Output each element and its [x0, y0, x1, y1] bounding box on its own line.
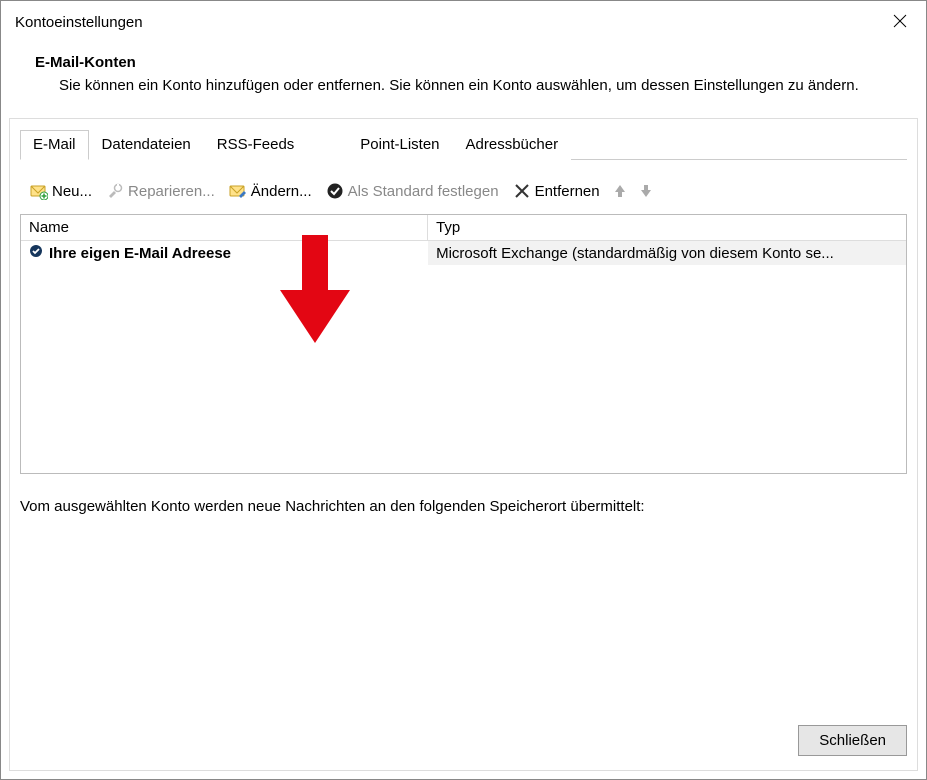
new-button[interactable]: Neu... [26, 180, 96, 202]
column-header-type[interactable]: Typ [428, 215, 906, 240]
toolbar: Neu... Reparieren... [20, 178, 907, 214]
move-down-button [636, 181, 656, 201]
repair-button-label: Reparieren... [128, 183, 215, 200]
arrow-up-icon [612, 183, 628, 199]
change-icon [229, 182, 247, 200]
set-default-button: Als Standard festlegen [322, 180, 503, 202]
repair-button: Reparieren... [102, 180, 219, 202]
close-window-button[interactable] [888, 9, 912, 36]
move-up-button [610, 181, 630, 201]
accounts-table: Name Typ Ihre eigen E-Mail Adreese Micro… [20, 214, 907, 474]
account-row[interactable]: Ihre eigen E-Mail Adreese Microsoft Exch… [21, 241, 906, 265]
remove-button[interactable]: Entfernen [509, 180, 604, 202]
change-button-label: Ändern... [251, 183, 312, 200]
tab-rss[interactable]: RSS-Feeds [204, 130, 308, 160]
tab-addressbooks[interactable]: Adressbücher [453, 130, 572, 160]
account-name: Ihre eigen E-Mail Adreese [49, 245, 231, 262]
new-mail-icon [30, 182, 48, 200]
remove-button-label: Entfernen [535, 183, 600, 200]
delivery-location-text: Vom ausgewählten Konto werden neue Nachr… [20, 498, 907, 515]
tab-email[interactable]: E-Mail [20, 130, 89, 160]
close-dialog-button[interactable]: Schließen [798, 725, 907, 756]
header-description: Sie können ein Konto hinzufügen oder ent… [59, 77, 892, 94]
column-header-name[interactable]: Name [21, 215, 428, 240]
change-button[interactable]: Ändern... [225, 180, 316, 202]
remove-icon [513, 182, 531, 200]
tab-bar: E-Mail Datendateien RSS-Feeds Point-List… [20, 129, 907, 160]
repair-icon [106, 182, 124, 200]
tab-datafiles[interactable]: Datendateien [89, 130, 204, 160]
accounts-header-row: Name Typ [21, 215, 906, 241]
close-icon [892, 13, 908, 29]
set-default-button-label: Als Standard festlegen [348, 183, 499, 200]
default-account-icon [29, 244, 43, 262]
checkmark-circle-icon [326, 182, 344, 200]
new-button-label: Neu... [52, 183, 92, 200]
header-title: E-Mail-Konten [35, 54, 892, 71]
window-title: Kontoeinstellungen [15, 14, 143, 31]
arrow-down-icon [638, 183, 654, 199]
account-type: Microsoft Exchange (standardmäßig von di… [428, 242, 906, 265]
tab-sharepoint[interactable]: Point-Listen [307, 130, 452, 160]
